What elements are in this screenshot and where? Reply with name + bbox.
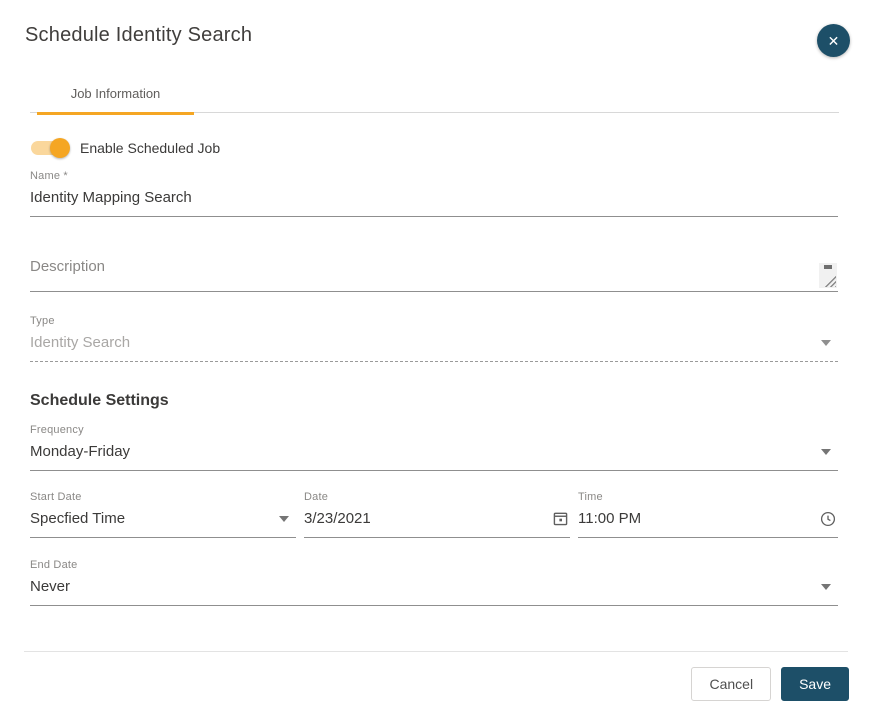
time-value: 11:00 PM [578,510,641,527]
type-select: Identity Search [30,327,838,362]
end-date-field-group: End Date Never [30,559,838,606]
tab-job-information[interactable]: Job Information [37,78,194,112]
clock-icon[interactable] [820,511,836,527]
type-value: Identity Search [30,334,130,351]
type-field-group: Type Identity Search [30,315,838,362]
time-label: Time [578,491,838,503]
name-input[interactable] [30,182,838,217]
name-field-group: Name * [30,170,838,217]
toggle-thumb [50,138,70,158]
date-label: Date [304,491,570,503]
cancel-button[interactable]: Cancel [691,667,771,701]
frequency-select[interactable]: Monday-Friday [30,436,838,471]
time-field-group: Time 11:00 PM [578,491,838,538]
tab-bar: Job Information [30,78,839,113]
date-field-group: Date 3/23/2021 [304,491,570,538]
close-icon: ✕ [828,34,840,48]
start-date-field-group: Start Date Specfied Time [30,491,296,538]
dialog-header: Schedule Identity Search ✕ [0,0,872,57]
chevron-down-icon [821,340,831,346]
date-input[interactable]: 3/23/2021 [304,503,570,538]
enable-scheduled-job-toggle[interactable] [31,141,67,155]
close-button[interactable]: ✕ [817,24,850,57]
end-date-label: End Date [30,559,838,571]
frequency-label: Frequency [30,424,838,436]
save-button[interactable]: Save [781,667,849,701]
schedule-identity-search-dialog: Schedule Identity Search ✕ Job Informati… [0,0,872,700]
date-value: 3/23/2021 [304,510,371,527]
textarea-resize-grip[interactable] [819,263,837,288]
chevron-down-icon [821,449,831,455]
schedule-settings-heading: Schedule Settings [30,392,838,410]
enable-scheduled-job-label: Enable Scheduled Job [80,140,220,156]
calendar-icon[interactable] [553,511,568,526]
chevron-down-icon [821,584,831,590]
start-date-row: Start Date Specfied Time Date 3/23/2021 … [30,491,838,538]
frequency-value: Monday-Friday [30,443,130,460]
dialog-title: Schedule Identity Search [25,24,252,47]
dialog-footer: Cancel Save [0,652,872,701]
start-date-label: Start Date [30,491,296,503]
end-date-select[interactable]: Never [30,571,838,606]
type-label: Type [30,315,838,327]
frequency-field-group: Frequency Monday-Friday [30,424,838,471]
start-date-select[interactable]: Specfied Time [30,503,296,538]
end-date-value: Never [30,578,70,595]
enable-scheduled-job-row: Enable Scheduled Job [31,140,838,156]
start-date-value: Specfied Time [30,510,125,527]
name-label: Name * [30,170,838,182]
time-input[interactable]: 11:00 PM [578,503,838,538]
chevron-down-icon [279,516,289,522]
scrollbar-thumb [824,265,832,269]
description-input[interactable] [30,250,838,292]
resize-handle-icon [824,275,836,287]
description-field-group [30,250,838,292]
